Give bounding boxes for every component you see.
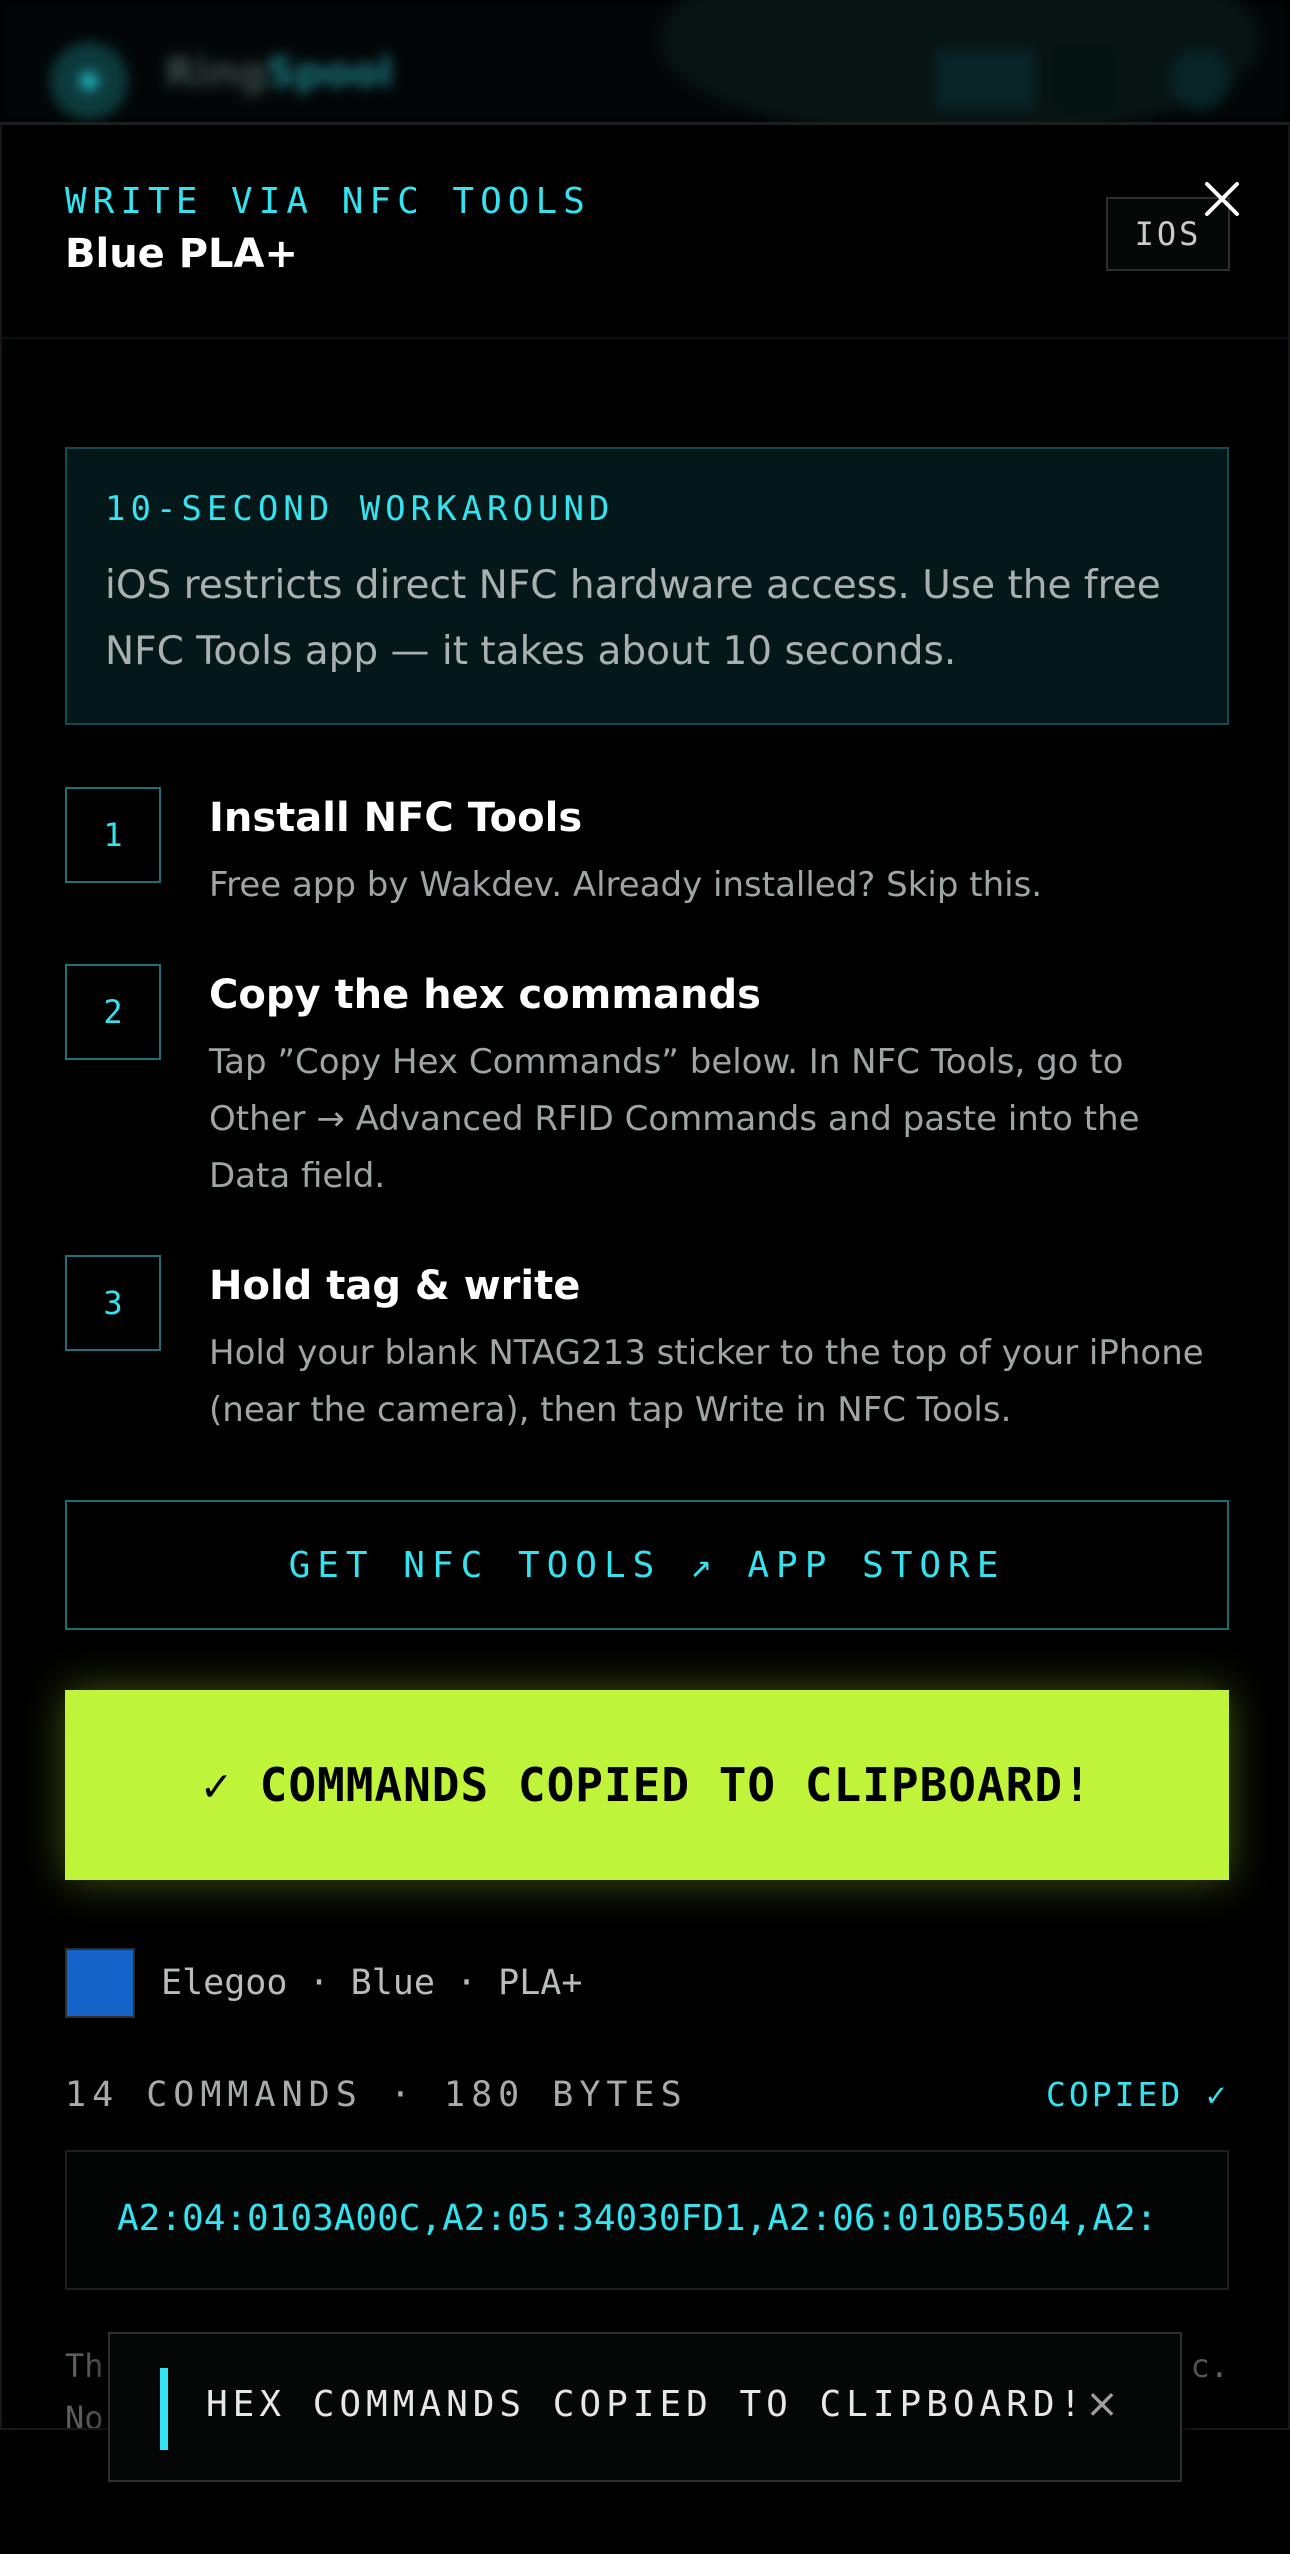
footer-line-start: Th <box>65 2347 104 2385</box>
info-eyebrow: 10-SECOND WORKAROUND <box>105 489 615 529</box>
close-icon-glyph <box>1205 182 1239 216</box>
header-search-icon <box>1170 48 1230 110</box>
step-item: 3 Hold tag & write Hold your blank NTAG2… <box>65 1255 1229 1445</box>
step-number: 3 <box>65 1255 161 1351</box>
toast-close-icon[interactable]: × <box>1072 2374 1132 2434</box>
step-number: 2 <box>65 964 161 1060</box>
command-count: 14 COMMANDS · 180 BYTES <box>65 2075 688 2115</box>
toast-accent-bar <box>160 2368 168 2450</box>
sheet-eyebrow: WRITE VIA NFC TOOLS <box>65 181 591 222</box>
footer-line-end: c. <box>1190 2347 1229 2385</box>
step-item: 2 Copy the hex commands Tap ”Copy Hex Co… <box>65 964 1229 1204</box>
command-meta: 14 COMMANDS · 180 BYTES COPIED ✓ <box>65 2075 1229 2125</box>
step-title: Hold tag & write <box>209 1263 581 1309</box>
step-item: 1 Install NFC Tools Free app by Wakdev. … <box>65 787 1229 937</box>
toast-message: HEX COMMANDS COPIED TO CLIPBOARD! <box>206 2384 1087 2425</box>
header-button <box>935 48 1035 110</box>
workaround-info-box: 10-SECOND WORKAROUND iOS restricts direc… <box>65 447 1229 725</box>
step-title: Copy the hex commands <box>209 972 761 1018</box>
color-swatch <box>65 1948 135 2018</box>
step-text: Free app by Wakdev. Already installed? S… <box>209 865 1043 905</box>
step-text: Hold your blank NTAG213 sticker to the t… <box>209 1333 1204 1430</box>
filament-label: Elegoo · Blue · PLA+ <box>161 1963 583 2003</box>
app-logo <box>50 42 128 120</box>
hex-commands-box[interactable]: A2:04:0103A00C,A2:05:34030FD1,A2:06:010B… <box>65 2150 1229 2290</box>
nfc-tools-sheet: WRITE VIA NFC TOOLS Blue PLA+ IOS 10-SEC… <box>0 122 1290 2437</box>
info-text: iOS restricts direct NFC hardware access… <box>105 563 1161 674</box>
copy-commands-button[interactable]: ✓ COMMANDS COPIED TO CLIPBOARD! <box>65 1690 1229 1880</box>
step-number: 1 <box>65 787 161 883</box>
hex-commands: A2:04:0103A00C,A2:05:34030FD1,A2:06:010B… <box>117 2198 1158 2239</box>
app-header: RingSpool <box>0 0 1290 140</box>
sheet-header: WRITE VIA NFC TOOLS Blue PLA+ IOS <box>2 125 1288 339</box>
get-nfc-tools-button[interactable]: GET NFC TOOLS ↗ APP STORE <box>65 1500 1229 1630</box>
copy-status: COPIED ✓ <box>1046 2075 1229 2114</box>
header-button <box>1055 48 1115 110</box>
app-name: RingSpool <box>165 50 393 96</box>
step-title: Install NFC Tools <box>209 795 583 841</box>
sheet-title: Blue PLA+ <box>65 231 299 277</box>
filament-summary: Elegoo · Blue · PLA+ <box>65 1948 582 2018</box>
step-text: Tap ”Copy Hex Commands” below. In NFC To… <box>209 1042 1140 1196</box>
copied-toast: HEX COMMANDS COPIED TO CLIPBOARD! × <box>108 2332 1182 2482</box>
close-icon[interactable] <box>1196 173 1248 225</box>
